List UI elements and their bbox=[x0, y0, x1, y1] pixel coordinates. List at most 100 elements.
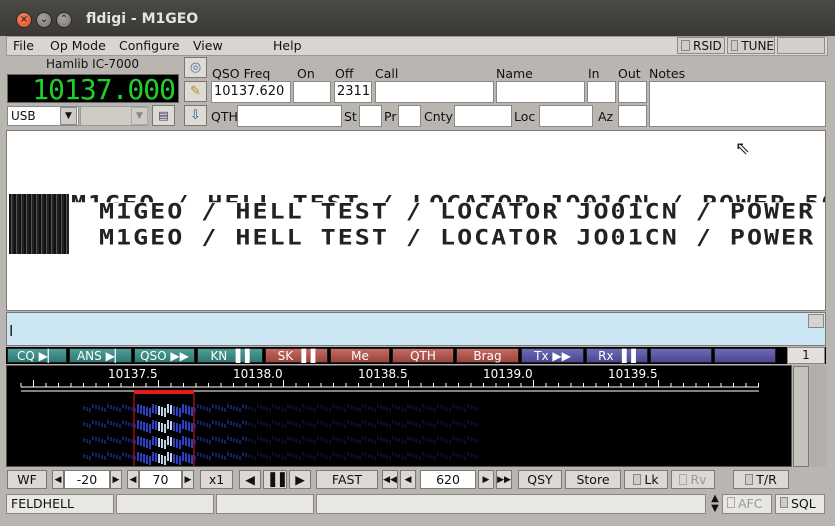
tune-toggle[interactable]: TUNE bbox=[727, 37, 775, 54]
waterfall-signal-pixel bbox=[173, 422, 175, 431]
rst-in-field[interactable] bbox=[587, 81, 616, 103]
menu-op-mode[interactable]: Op Mode bbox=[50, 38, 106, 53]
province-field[interactable] bbox=[398, 105, 421, 127]
afc-toggle[interactable]: AFC bbox=[722, 494, 772, 514]
time-on-field[interactable] bbox=[293, 81, 331, 103]
macro-button-8[interactable]: Brag bbox=[456, 348, 519, 363]
waterfall-signal-pixel bbox=[143, 454, 145, 463]
waterfall-pause-button[interactable]: ▐▐ bbox=[263, 470, 287, 489]
waterfall-signal-pixel bbox=[308, 438, 310, 442]
status-mode[interactable]: FELDHELL bbox=[6, 494, 114, 514]
waterfall-signal-pixel bbox=[470, 453, 472, 457]
transmit-scrollbar[interactable] bbox=[808, 314, 824, 328]
waterfall-signal-pixel bbox=[440, 437, 442, 441]
spare-toggle[interactable] bbox=[777, 37, 825, 54]
rst-out-field[interactable] bbox=[618, 81, 647, 103]
waterfall-signal-pixel bbox=[326, 423, 328, 427]
carrier-left-button[interactable]: ◀ bbox=[400, 470, 416, 489]
waterfall-signal-pixel bbox=[413, 422, 415, 426]
bandwidth-dropdown-button[interactable]: ▼ bbox=[131, 107, 148, 125]
macro-set-button[interactable]: 1 bbox=[787, 347, 825, 364]
range-increase-button[interactable]: ▶ bbox=[182, 470, 194, 489]
macro-button-12[interactable] bbox=[714, 348, 776, 363]
waterfall-scrollbar[interactable] bbox=[793, 366, 809, 467]
macro-button-5[interactable]: SK ▐▐ bbox=[265, 348, 328, 363]
save-log-button[interactable]: ⇩ bbox=[184, 105, 207, 126]
waterfall-signal-pixel bbox=[389, 440, 391, 444]
carrier-frequency-field[interactable]: 620 bbox=[420, 470, 476, 489]
waterfall-signal-pixel bbox=[269, 440, 271, 444]
waterfall-signal-pixel bbox=[437, 452, 439, 456]
range-field[interactable]: 70 bbox=[139, 470, 182, 489]
waterfall-signal-pixel bbox=[302, 436, 304, 440]
waterfall-left-button[interactable]: ◀ bbox=[239, 470, 261, 489]
carrier-right-button[interactable]: ▶ bbox=[478, 470, 494, 489]
macro-button-11[interactable] bbox=[650, 348, 712, 363]
waterfall-signal-pixel bbox=[137, 452, 139, 461]
frequency-display[interactable]: 10137.000 bbox=[7, 74, 179, 104]
notes-field[interactable] bbox=[649, 81, 826, 127]
lookup-button[interactable]: ◎ bbox=[184, 57, 207, 78]
window-maximize-button[interactable]: ⌃ bbox=[56, 12, 72, 28]
time-off-field[interactable]: 2311 bbox=[334, 81, 372, 103]
carrier-fast-left-button[interactable]: ◀◀ bbox=[382, 470, 398, 489]
macro-button-9[interactable]: Tx ▶▶ bbox=[521, 348, 584, 363]
name-field[interactable] bbox=[496, 81, 585, 103]
zoom-button[interactable]: x1 bbox=[200, 470, 233, 489]
clear-log-button[interactable]: ✎ bbox=[184, 81, 207, 102]
afc-indicator bbox=[727, 497, 735, 508]
menu-configure[interactable]: Configure bbox=[119, 38, 180, 53]
waterfall-mode-button[interactable]: WF bbox=[7, 470, 47, 489]
receive-text-pane[interactable]: M1GEO / HELL TEST / LOCATOR JO01CN / POW… bbox=[6, 130, 826, 311]
mode-dropdown-button[interactable]: ▼ bbox=[60, 107, 77, 125]
reverse-toggle[interactable]: Rv bbox=[671, 470, 715, 489]
macro-button-2[interactable]: ANS ▶▏ bbox=[69, 348, 132, 363]
qsy-button[interactable]: QSY bbox=[518, 470, 562, 489]
waterfall-right-button[interactable]: ▶ bbox=[289, 470, 311, 489]
rsid-toggle[interactable]: RSID bbox=[677, 37, 725, 54]
waterfall-signal-pixel bbox=[338, 422, 340, 426]
waterfall-signal-pixel bbox=[305, 453, 307, 457]
pause-icon: ▐▐ bbox=[265, 472, 285, 487]
range-decrease-button[interactable]: ◀ bbox=[127, 470, 139, 489]
azimuth-field[interactable] bbox=[618, 105, 647, 127]
waterfall-signal-pixel bbox=[122, 404, 124, 408]
qso-freq-field[interactable]: 10137.620 bbox=[211, 81, 291, 103]
ref-decrease-button[interactable]: ◀ bbox=[52, 470, 64, 489]
store-button[interactable]: Store bbox=[565, 470, 621, 489]
waterfall-panel[interactable]: 10137.5 10138.0 10138.5 10139.0 10139.5 bbox=[6, 365, 792, 467]
menu-help[interactable]: Help bbox=[273, 38, 302, 53]
country-field[interactable] bbox=[454, 105, 512, 127]
waterfall-signal-pixel bbox=[461, 423, 463, 427]
macro-button-1[interactable]: CQ ▶▏ bbox=[7, 348, 67, 363]
macro-button-4[interactable]: KN ▐▐ bbox=[197, 348, 263, 363]
locator-field[interactable] bbox=[539, 105, 593, 127]
speed-button[interactable]: FAST bbox=[316, 470, 378, 489]
window-close-button[interactable]: × bbox=[16, 12, 32, 28]
waterfall-signal-pixel bbox=[278, 422, 280, 426]
macro-button-6[interactable]: Me bbox=[330, 348, 390, 363]
tr-toggle[interactable]: T/R bbox=[733, 470, 789, 489]
sql-toggle[interactable]: SQL bbox=[775, 494, 825, 514]
lock-toggle[interactable]: Lk bbox=[624, 470, 668, 489]
state-field[interactable] bbox=[359, 105, 382, 127]
waterfall-signal-pixel bbox=[284, 440, 286, 444]
rsid-label: RSID bbox=[693, 38, 722, 53]
waterfall-signal-pixel bbox=[155, 437, 157, 446]
squelch-level-spinner[interactable]: ▲ ▼ bbox=[709, 494, 721, 514]
macro-button-10[interactable]: Rx ▐▐ bbox=[586, 348, 648, 363]
qth-field[interactable] bbox=[237, 105, 342, 127]
transmit-text-pane[interactable] bbox=[6, 312, 826, 346]
waterfall-signal-pixel bbox=[119, 424, 121, 428]
menu-file[interactable]: File bbox=[13, 38, 34, 53]
ref-increase-button[interactable]: ▶ bbox=[110, 470, 122, 489]
menu-view[interactable]: View bbox=[193, 38, 223, 53]
macro-button-3[interactable]: QSO ▶▶ bbox=[134, 348, 195, 363]
window-minimize-button[interactable]: ⌄ bbox=[36, 12, 52, 28]
off-label: Off bbox=[335, 66, 354, 81]
call-field[interactable] bbox=[375, 81, 494, 103]
carrier-fast-right-button[interactable]: ▶▶ bbox=[496, 470, 512, 489]
macro-button-7[interactable]: QTH bbox=[392, 348, 454, 363]
rig-list-button[interactable]: ▤ bbox=[152, 105, 175, 126]
ref-level-field[interactable]: -20 bbox=[64, 470, 110, 489]
